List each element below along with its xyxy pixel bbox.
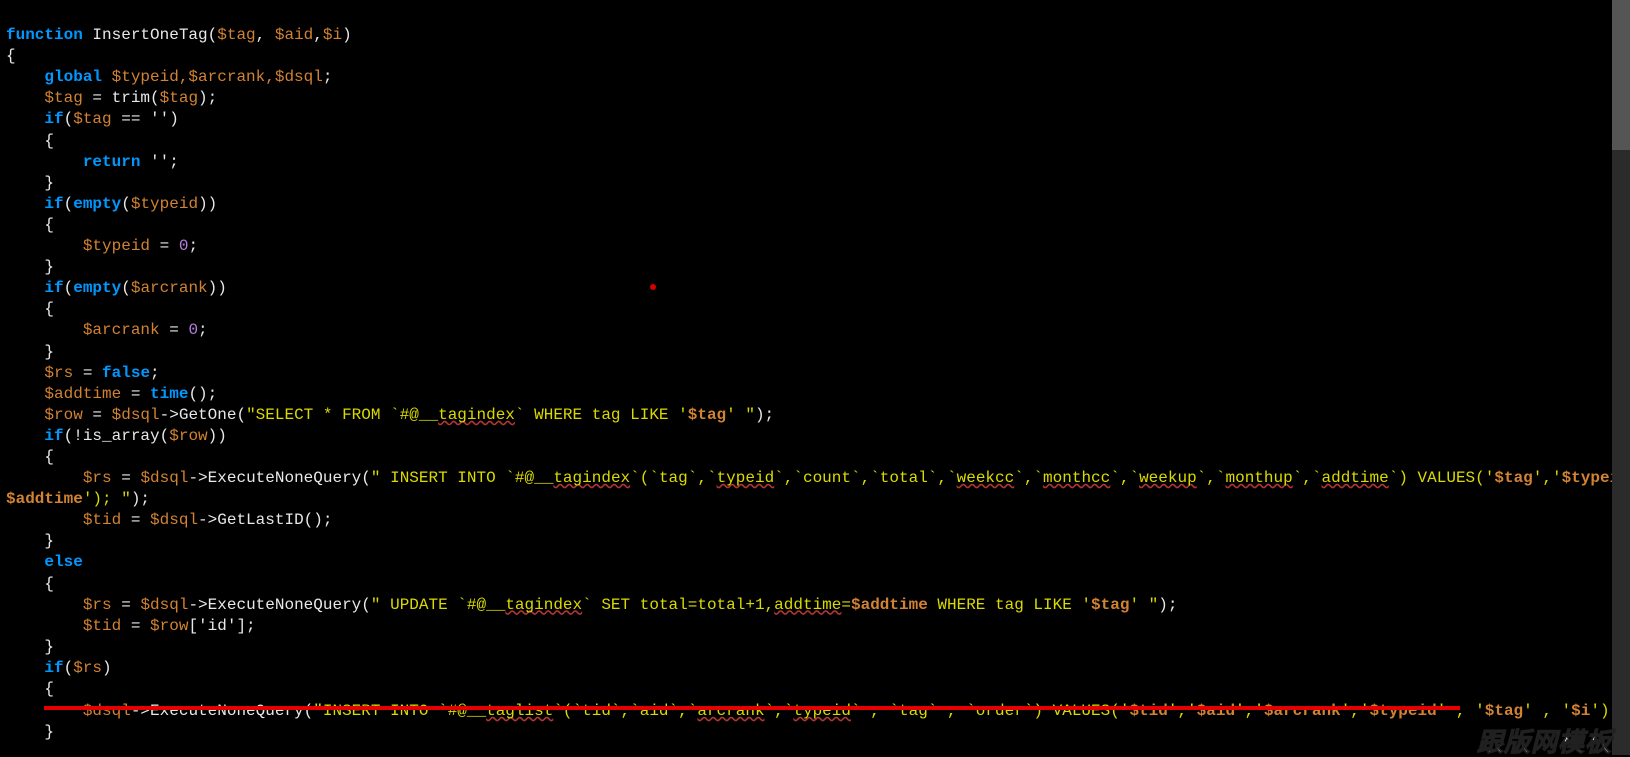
watermark-text: 跟版网模板 (1477, 732, 1612, 753)
scrollbar-thumb[interactable] (1612, 0, 1630, 150)
code-block: function InsertOneTag($tag, $aid,$i) { g… (0, 0, 1630, 743)
kw-function: function (6, 26, 83, 44)
vertical-scrollbar[interactable] (1612, 0, 1630, 755)
red-underline-annotation (44, 706, 1460, 710)
red-dot-marker (650, 284, 656, 290)
